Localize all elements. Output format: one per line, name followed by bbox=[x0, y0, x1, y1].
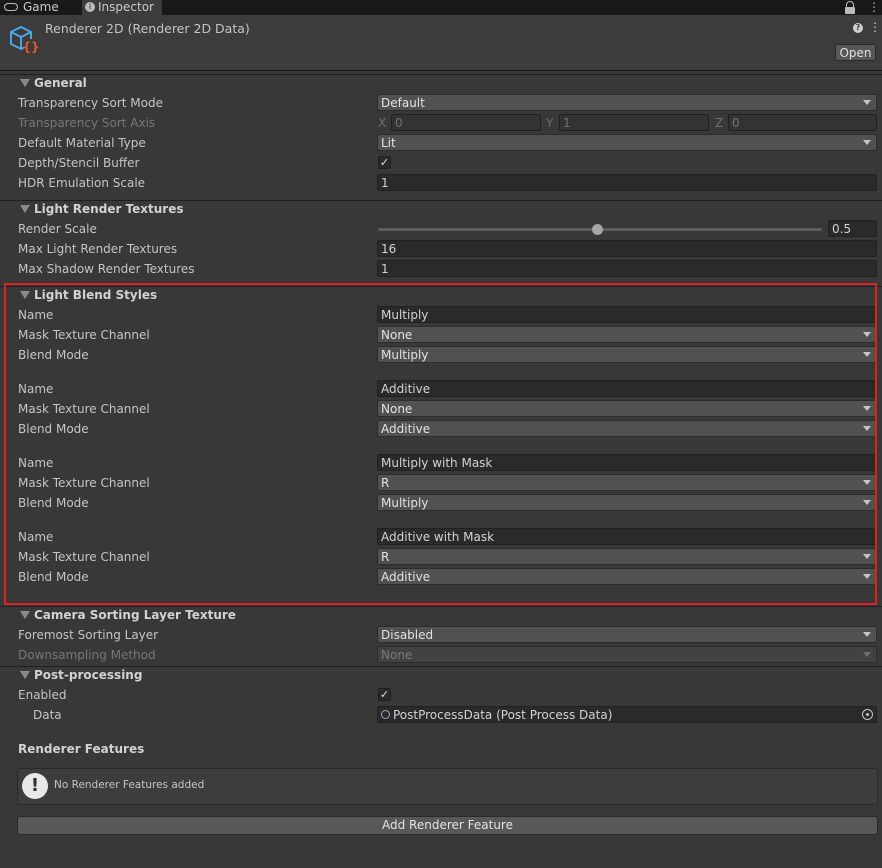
chevron-down-icon bbox=[863, 652, 871, 657]
inspector-title: Renderer 2D (Renderer 2D Data) bbox=[45, 21, 250, 36]
foremost-sorting-layer-label: Foremost Sorting Layer bbox=[18, 628, 159, 642]
info-icon: i bbox=[85, 2, 95, 12]
foremost-sorting-layer-dropdown[interactable]: Disabled bbox=[377, 626, 877, 643]
render-scale-field[interactable]: 0.5 bbox=[828, 220, 877, 237]
lock-body-icon bbox=[845, 7, 855, 14]
tab-inspector-label: Inspector bbox=[98, 0, 154, 14]
tab-bar: Game i Inspector ⋮ bbox=[0, 0, 882, 15]
max-light-textures-field[interactable]: 16 bbox=[377, 240, 877, 257]
dropdown-value: Disabled bbox=[381, 628, 434, 642]
render-scale-slider-handle[interactable] bbox=[592, 224, 603, 235]
section-light-render-textures[interactable]: Light Render Textures bbox=[0, 200, 882, 219]
section-title: Camera Sorting Layer Texture bbox=[34, 608, 236, 622]
post-processing-enabled-label: Enabled bbox=[18, 688, 67, 702]
default-material-type-dropdown[interactable]: Lit bbox=[377, 134, 877, 151]
foldout-arrow-icon bbox=[20, 611, 30, 619]
svg-text:{}: {} bbox=[22, 40, 39, 54]
default-material-type-label: Default Material Type bbox=[18, 136, 146, 150]
scriptable-object-icon bbox=[381, 710, 390, 719]
post-process-data-label: Data bbox=[33, 708, 62, 722]
post-process-data-field[interactable]: PostProcessData (Post Process Data) bbox=[377, 706, 877, 723]
depth-stencil-checkbox[interactable]: ✓ bbox=[378, 156, 391, 169]
open-button[interactable]: Open bbox=[835, 44, 876, 61]
axis-y-label: Y bbox=[546, 116, 554, 130]
max-light-textures-label: Max Light Render Textures bbox=[18, 242, 178, 256]
dropdown-value: Default bbox=[381, 96, 425, 110]
downsampling-method-dropdown[interactable]: None bbox=[377, 646, 877, 663]
downsampling-method-label: Downsampling Method bbox=[18, 648, 156, 662]
section-camera-sorting-layer-texture[interactable]: Camera Sorting Layer Texture bbox=[0, 606, 882, 625]
chevron-down-icon bbox=[863, 140, 871, 145]
max-shadow-textures-label: Max Shadow Render Textures bbox=[18, 262, 195, 276]
axis-x-label: X bbox=[378, 116, 387, 130]
no-features-message: No Renderer Features added bbox=[54, 779, 205, 791]
object-field-value: PostProcessData (Post Process Data) bbox=[393, 708, 613, 722]
section-title: Light Render Textures bbox=[34, 202, 184, 216]
axis-z-label: Z bbox=[715, 116, 724, 130]
dropdown-value: None bbox=[381, 648, 413, 662]
tab-inspector[interactable]: i Inspector bbox=[82, 0, 162, 15]
hdr-emulation-scale-label: HDR Emulation Scale bbox=[18, 176, 146, 190]
section-title: General bbox=[34, 76, 87, 90]
settings-more-icon[interactable]: ⋮ bbox=[869, 20, 881, 34]
dropdown-value: Lit bbox=[381, 136, 396, 150]
chevron-down-icon bbox=[863, 632, 871, 637]
section-general[interactable]: General bbox=[0, 74, 882, 93]
hdr-emulation-scale-field[interactable]: 1 bbox=[377, 174, 877, 191]
foldout-arrow-icon bbox=[20, 79, 30, 87]
inspector-header: {} Renderer 2D (Renderer 2D Data) ? ⋮ bbox=[0, 15, 882, 71]
foldout-arrow-icon bbox=[20, 205, 30, 213]
gamepad-icon bbox=[4, 3, 18, 11]
foldout-arrow-icon bbox=[20, 671, 30, 679]
post-processing-enabled-checkbox[interactable]: ✓ bbox=[378, 688, 391, 701]
depth-stencil-label: Depth/Stencil Buffer bbox=[18, 156, 140, 170]
axis-z-field[interactable]: 0 bbox=[728, 114, 877, 131]
axis-y-field[interactable]: 1 bbox=[559, 114, 709, 131]
section-title: Post-processing bbox=[34, 668, 143, 682]
section-post-processing[interactable]: Post-processing bbox=[0, 666, 882, 685]
more-icon[interactable]: ⋮ bbox=[868, 0, 880, 14]
tab-game[interactable]: Game bbox=[0, 0, 72, 15]
axis-x-field[interactable]: 0 bbox=[391, 114, 541, 131]
transparency-sort-mode-label: Transparency Sort Mode bbox=[18, 96, 163, 110]
transparency-sort-mode-dropdown[interactable]: Default bbox=[377, 94, 877, 111]
highlight-annotation bbox=[4, 283, 877, 605]
render-scale-label: Render Scale bbox=[18, 222, 97, 236]
tab-game-label: Game bbox=[23, 0, 59, 14]
object-picker-icon[interactable] bbox=[862, 709, 873, 720]
warning-icon: ! bbox=[22, 773, 48, 799]
add-renderer-feature-button[interactable]: Add Renderer Feature bbox=[17, 816, 878, 835]
renderer-features-title: Renderer Features bbox=[18, 742, 145, 756]
max-shadow-textures-field[interactable]: 1 bbox=[377, 260, 877, 277]
help-icon[interactable]: ? bbox=[853, 23, 863, 33]
renderer-asset-icon: {} bbox=[10, 25, 39, 54]
transparency-sort-axis-label: Transparency Sort Axis bbox=[18, 116, 156, 130]
chevron-down-icon bbox=[863, 100, 871, 105]
